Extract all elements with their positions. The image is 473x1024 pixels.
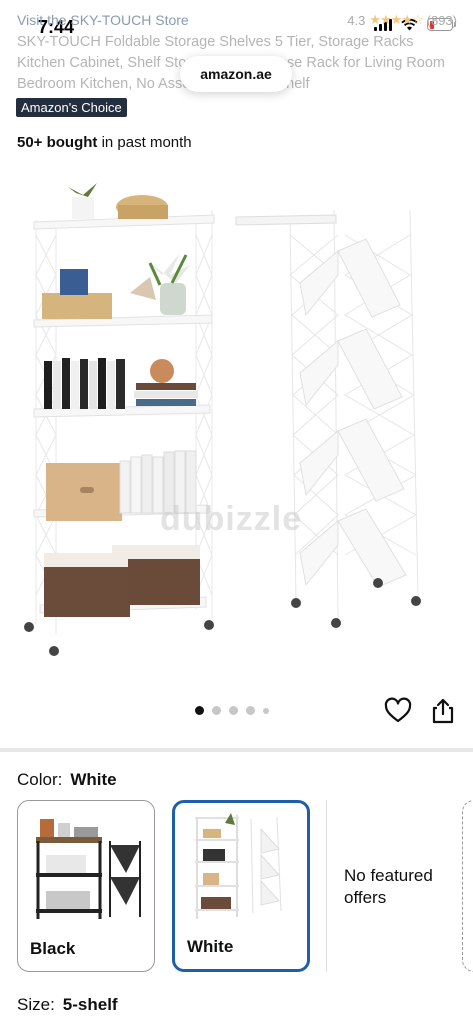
swatch-label: Black	[30, 939, 76, 958]
watermark: dubizzle	[160, 500, 303, 538]
share-icon[interactable]	[430, 697, 456, 725]
bought-count: 50+ bought in past month	[17, 134, 192, 151]
size-value: 5-shelf	[62, 995, 118, 1014]
image-carousel-dots[interactable]	[195, 706, 269, 715]
swatch-white[interactable]: White	[172, 800, 310, 972]
section-divider	[0, 748, 473, 752]
color-value: White	[70, 770, 117, 789]
carousel-dot[interactable]	[212, 706, 221, 715]
product-image[interactable]	[0, 165, 473, 695]
carousel-dot[interactable]	[229, 706, 238, 715]
color-label: Color: White	[17, 770, 117, 789]
heart-icon[interactable]	[384, 697, 412, 725]
store-link[interactable]: Visit the SKY-TOUCH Store	[17, 12, 189, 28]
star-icon: ★★★★☆	[369, 12, 423, 27]
swatch-black[interactable]: Black	[17, 800, 155, 972]
next-swatch[interactable]	[462, 800, 473, 972]
carousel-dot[interactable]	[246, 706, 255, 715]
size-label: Size: 5-shelf	[17, 995, 118, 1014]
carousel-dot[interactable]	[263, 707, 269, 714]
amazons-choice-badge: Amazon's Choice	[16, 98, 127, 117]
rating[interactable]: 4.3 ★★★★☆ (893)	[347, 12, 457, 28]
url-pill[interactable]: amazon.ae	[180, 56, 292, 92]
swatch-separator	[326, 800, 327, 972]
swatch-label: White	[187, 937, 234, 956]
no-featured-offers: No featured offers	[344, 866, 433, 907]
carousel-dot[interactable]	[195, 706, 204, 715]
rating-value: 4.3	[347, 12, 366, 28]
review-count: (893)	[426, 12, 457, 28]
